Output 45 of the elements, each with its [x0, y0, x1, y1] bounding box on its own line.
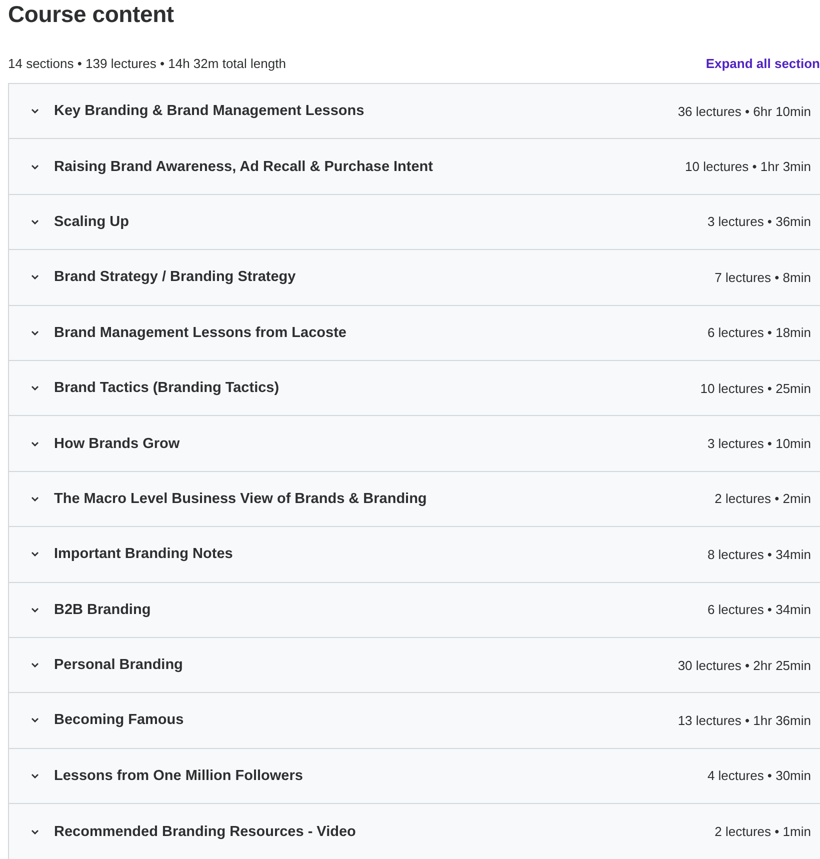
- section-title: Brand Strategy / Branding Strategy: [54, 269, 297, 286]
- section-header[interactable]: Lessons from One Million Followers 4 lectures • 30min: [9, 748, 820, 804]
- section-meta: 13 lectures • 1hr 36min: [678, 712, 811, 728]
- section-header[interactable]: Brand Management Lessons from Lacoste 6 lectures • 18min: [9, 306, 820, 361]
- section-title: Personal Branding: [54, 657, 184, 674]
- section-title: Recommended Branding Resources - Video: [54, 824, 357, 840]
- section-meta: 3 lectures • 36min: [707, 214, 811, 230]
- section-title: Becoming Famous: [54, 712, 185, 728]
- section-meta: 7 lectures • 8min: [714, 270, 811, 285]
- section-meta: 2 lectures • 1min: [714, 824, 811, 840]
- section-meta: 36 lectures • 6hr 10min: [678, 104, 811, 119]
- section-title: Scaling Up: [54, 214, 130, 230]
- section-meta: 10 lectures • 1hr 3min: [685, 159, 811, 174]
- section-header[interactable]: Brand Tactics (Branding Tactics) 10 lectures • 25min: [9, 360, 820, 416]
- section-header[interactable]: Important Branding Notes 8 lectures • 34min: [9, 527, 820, 583]
- section-header[interactable]: B2B Branding 6 lectures • 34min: [9, 582, 820, 638]
- section-header[interactable]: Raising Brand Awareness, Ad Recall & Purchase Intent 10 lectures • 1hr 3min: [9, 139, 820, 195]
- section-header[interactable]: Recommended Branding Resources - Video 2 lectures • 1min: [9, 804, 820, 859]
- heading: Course content: [8, 0, 175, 28]
- section-meta: 8 lectures • 34min: [707, 546, 811, 562]
- section-meta: 30 lectures • 2hr 25min: [678, 658, 811, 673]
- section-meta: 4 lectures • 30min: [707, 768, 811, 784]
- section-title: Brand Tactics (Branding Tactics): [54, 380, 280, 396]
- section-header[interactable]: Key Branding & Brand Management Lessons 36 lectures • 6hr 10min: [9, 84, 820, 140]
- section-title: Raising Brand Awareness, Ad Recall & Purchase Intent: [54, 158, 434, 175]
- section-header[interactable]: Personal Branding 30 lectures • 2hr 25min: [9, 638, 820, 694]
- course-summary: 14 sections • 139 lectures • 14h 32m total length: [8, 56, 286, 70]
- section-header[interactable]: Brand Strategy / Branding Strategy 7 lectures • 8min: [9, 250, 820, 306]
- section-meta: 2 lectures • 2min: [714, 491, 811, 506]
- section-title: The Macro Level Business View of Brands & Branding: [54, 490, 428, 507]
- section-meta: 10 lectures • 25min: [700, 380, 811, 396]
- section-title: How Brands Grow: [54, 436, 181, 452]
- section-title: B2B Branding: [54, 602, 152, 618]
- section-header[interactable]: Becoming Famous 13 lectures • 1hr 36min: [9, 693, 820, 749]
- section-meta: 6 lectures • 34min: [707, 602, 811, 618]
- section-title: Lessons from One Million Followers: [54, 768, 304, 784]
- section-meta: 3 lectures • 10min: [707, 436, 811, 452]
- section-title: Key Branding & Brand Management Lessons: [54, 103, 366, 120]
- section-title: Important Branding Notes: [54, 546, 234, 562]
- section-header[interactable]: The Macro Level Business View of Brands & Branding 2 lectures • 2min: [9, 472, 820, 528]
- section-meta: 6 lectures • 18min: [707, 325, 811, 340]
- section-title: Brand Management Lessons from Lacoste: [54, 324, 348, 341]
- expand-all-link[interactable]: Expand all section: [706, 56, 820, 70]
- section-header[interactable]: Scaling Up 3 lectures • 36min: [9, 194, 820, 250]
- section-header[interactable]: How Brands Grow 3 lectures • 10min: [9, 416, 820, 472]
